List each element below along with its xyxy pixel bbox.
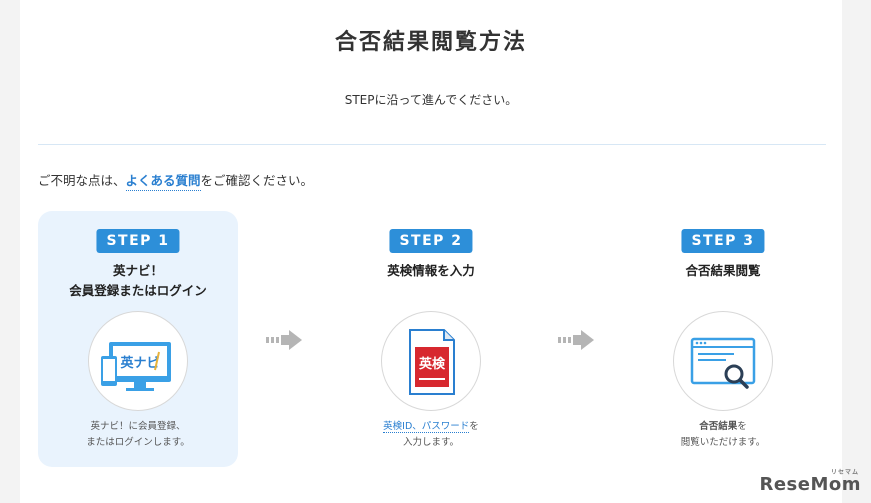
step-2-desc-line2: 入力します。: [402, 437, 460, 448]
help-suffix: をご確認ください。: [200, 173, 314, 188]
step-1-title-line2: 会員登録またはログイン: [69, 283, 207, 298]
step-3-desc-line1: 合否結果を: [623, 419, 823, 435]
step-2-desc-line1: 英検ID、パスワードを: [331, 419, 531, 435]
step-2-title-line1: 英検情報を入力: [387, 263, 475, 278]
step-1-title: 英ナビ！ 会員登録またはログイン: [38, 261, 238, 301]
step-2-title: 英検情報を入力: [331, 261, 531, 281]
content-panel: 合否結果閲覧方法 STEPに沿って進んでください。 ご不明な点は、よくある質問を…: [20, 0, 842, 503]
document-icon: 英検: [409, 329, 455, 395]
step-1-description: 英ナビ！に会員登録、 またはログインします。: [38, 419, 238, 451]
step-1-desc-line1: 英ナビ！に会員登録、: [90, 421, 186, 432]
device-icon: 英ナビ: [101, 342, 171, 391]
step-2-illustration: 英検: [381, 311, 481, 411]
browser-search-icon: [690, 337, 756, 389]
resemom-logo: ReseMom リセマム: [759, 469, 861, 495]
svg-text:英ナビ: 英ナビ: [119, 355, 159, 371]
divider: [38, 144, 826, 145]
step-1-badge: STEP 1: [96, 229, 180, 253]
help-prefix: ご不明な点は、: [38, 173, 126, 188]
step-3-title: 合否結果閲覧: [623, 261, 823, 281]
faq-link[interactable]: よくある質問: [125, 173, 201, 191]
logo-sub-text: リセマム: [830, 469, 859, 476]
step-3-title-line1: 合否結果閲覧: [685, 263, 761, 278]
arrow-right-icon: [266, 330, 302, 350]
eiken-id-password-link[interactable]: 英検ID、パスワード: [383, 421, 470, 433]
logo-text: ReseMom: [759, 474, 861, 495]
page-title: 合否結果閲覧方法: [334, 30, 527, 55]
svg-text:英検: 英検: [418, 356, 446, 372]
arrow-right-icon: [558, 330, 594, 350]
step-2-desc-suffix: を: [469, 421, 479, 432]
step-1-desc-line2: またはログインします。: [86, 437, 190, 448]
step-3-badge: STEP 3: [681, 229, 765, 253]
help-text: ご不明な点は、よくある質問をご確認ください。: [38, 170, 314, 191]
step-3-desc-line2: 閲覧いただけます。: [680, 437, 766, 448]
page-subtitle: STEPに沿って進んでください。: [344, 93, 518, 107]
step-3-desc-bold: 合否結果: [699, 421, 738, 432]
step-3-card: STEP 3 合否結果閲覧 合否結果を 閲覧いただけます。: [623, 211, 823, 467]
step-2-badge: STEP 2: [389, 229, 473, 253]
step-1-title-line1: 英ナビ！: [112, 263, 163, 278]
step-1-card: STEP 1 英ナビ！ 会員登録またはログイン 英ナビ 英ナビ！に会員登録、 ま…: [38, 211, 238, 467]
step-3-description: 合否結果を 閲覧いただけます。: [623, 419, 823, 451]
step-3-desc-suffix: を: [737, 421, 747, 432]
step-1-illustration: 英ナビ: [88, 311, 188, 411]
step-2-description: 英検ID、パスワードを 入力します。: [331, 419, 531, 451]
step-3-illustration: [673, 311, 773, 411]
step-2-card: STEP 2 英検情報を入力 英検 英検ID、パスワードを 入力します。: [331, 211, 531, 467]
